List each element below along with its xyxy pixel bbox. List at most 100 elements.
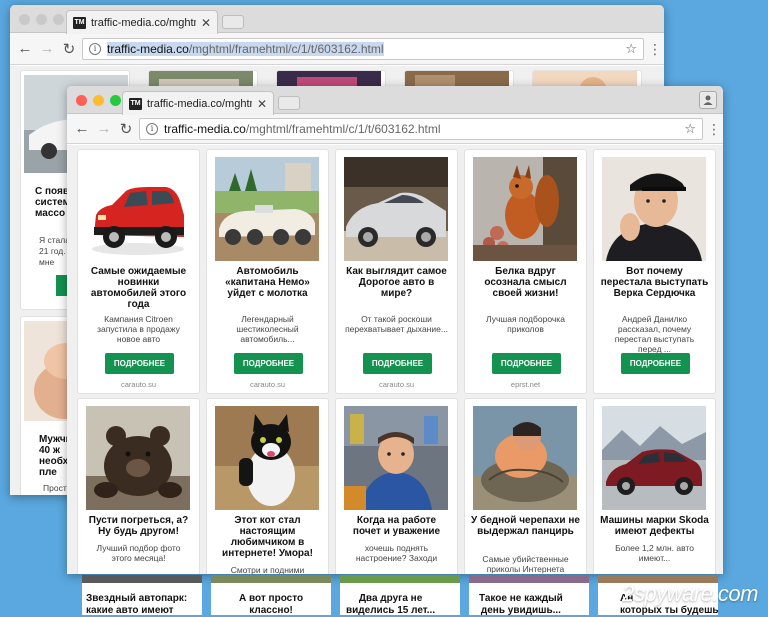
card-thumbnail[interactable] bbox=[473, 157, 577, 261]
news-card[interactable]: У бедной черепахи не выдержал панцирь Са… bbox=[464, 398, 587, 574]
card-thumbnail[interactable] bbox=[344, 406, 448, 510]
watermark-text: 2spyware.com bbox=[622, 581, 758, 606]
red-car-photo bbox=[86, 157, 190, 261]
card-thumbnail[interactable] bbox=[215, 157, 319, 261]
news-card[interactable]: Белка вдруг осознала смысл своей жизни! … bbox=[464, 149, 587, 394]
card-description: Андрей Данилко рассказал, почему переста… bbox=[614, 314, 695, 354]
site-favicon-icon: TM bbox=[73, 16, 86, 29]
back-reload-icon[interactable]: ↻ bbox=[60, 40, 78, 58]
front-window-controls bbox=[76, 95, 121, 106]
front-toolbar: ← → ↻ i traffic-media.co/mghtml/framehtm… bbox=[67, 114, 723, 144]
peek-card[interactable]: Два друга не виделись 15 лет... bbox=[340, 575, 460, 616]
card-title[interactable]: Когда на работе почет и уважение bbox=[342, 515, 451, 537]
front-nav-back-icon[interactable]: ← bbox=[73, 120, 91, 138]
back-toolbar: ← → ↻ i traffic-media.co/mghtml/framehtm… bbox=[10, 33, 664, 65]
card-more-button[interactable]: ПОДРОБНЕЕ bbox=[363, 353, 432, 374]
card-thumbnail[interactable] bbox=[602, 406, 706, 510]
site-favicon-icon: TM bbox=[129, 97, 142, 110]
back-browser-tab[interactable]: TM traffic-media.co/mghtml/frame ✕ bbox=[66, 10, 218, 34]
card-description: Лучший подбор фото этого месяца! bbox=[96, 543, 181, 563]
card-title[interactable]: Автомобиль «капитана Немо» уйдет с молот… bbox=[213, 266, 322, 299]
back-menu-icon[interactable]: ⋮ bbox=[648, 42, 662, 56]
back-info-icon[interactable]: i bbox=[89, 42, 101, 55]
card-title[interactable]: Самые ожидаемые новинки автомобилей этог… bbox=[84, 266, 193, 310]
card-title[interactable]: Пусти погреться, а? Ну будь другом! bbox=[84, 515, 193, 537]
news-card[interactable]: Автомобиль «капитана Немо» уйдет с молот… bbox=[206, 149, 329, 394]
front-page-content: Самые ожидаемые новинки автомобилей этог… bbox=[67, 145, 723, 574]
card-more-button[interactable]: ПОДРОБНЕЕ bbox=[492, 353, 561, 374]
peek-title-line: какие авто имеют bbox=[86, 605, 174, 616]
red-skoda-photo bbox=[602, 406, 706, 510]
peek-card[interactable]: Звездный автопарк: какие авто имеют bbox=[82, 575, 202, 616]
front-tab-title: traffic-media.co/mghtml/frame bbox=[147, 97, 252, 110]
front-close-light[interactable] bbox=[76, 95, 87, 106]
back-minimize-light[interactable] bbox=[36, 14, 47, 25]
back-close-light[interactable] bbox=[19, 14, 30, 25]
peek-title-line: Два друга не bbox=[358, 593, 423, 604]
card-thumbnail[interactable] bbox=[215, 406, 319, 510]
news-card[interactable]: Самые ожидаемые новинки автомобилей этог… bbox=[77, 149, 200, 394]
card-source: eprst.net bbox=[510, 380, 541, 389]
front-info-icon[interactable]: i bbox=[146, 122, 158, 135]
card-more-button[interactable]: ПОДРОБНЕЕ bbox=[105, 353, 174, 374]
news-card[interactable]: Вот почему перестала выступать Верка Сер… bbox=[593, 149, 716, 394]
card-source: carauto.su bbox=[249, 380, 286, 389]
card-title[interactable]: Машины марки Skoda имеют дефекты bbox=[600, 515, 709, 537]
front-browser-window: TM traffic-media.co/mghtml/frame ✕ ← → ↻… bbox=[67, 86, 723, 574]
peek-title-line: виделись 15 лет... bbox=[346, 605, 436, 616]
card-title[interactable]: Вот почему перестала выступать Верка Сер… bbox=[600, 266, 709, 299]
card-description: От такой роскоши перехватывает дыхание..… bbox=[345, 314, 448, 334]
peek-card[interactable]: Такое не каждый день увидишь... bbox=[469, 575, 589, 616]
card-thumbnail[interactable] bbox=[86, 157, 190, 261]
back-tab-close-icon[interactable]: ✕ bbox=[201, 16, 211, 30]
card-title[interactable]: Как выглядит самое Дорогое авто в мире? bbox=[342, 266, 451, 299]
back-window-controls bbox=[19, 14, 64, 25]
peek-title-line: классно! bbox=[249, 605, 293, 616]
cat-photo bbox=[215, 406, 319, 510]
card-title[interactable]: Этот кот стал настоящим любимчиком в инт… bbox=[213, 515, 322, 559]
peek-card[interactable]: А вот просто классно! bbox=[211, 575, 331, 616]
front-new-tab-button[interactable] bbox=[278, 96, 300, 110]
front-nav-forward-icon[interactable]: → bbox=[95, 120, 113, 138]
turtle-photo bbox=[473, 406, 577, 510]
squirrel-photo bbox=[473, 157, 577, 261]
front-bookmark-star-icon[interactable]: ☆ bbox=[684, 121, 696, 137]
front-zoom-light[interactable] bbox=[110, 95, 121, 106]
card-description: Лучшая подборочка приколов bbox=[486, 314, 565, 334]
front-address-bar[interactable]: i traffic-media.co/mghtml/framehtml/c/1/… bbox=[139, 117, 703, 140]
peek-title-line: Звездный автопарк: bbox=[86, 593, 188, 604]
peek-title-line: А вот просто bbox=[239, 593, 304, 604]
card-source: carauto.su bbox=[120, 380, 157, 389]
back-new-tab-button[interactable] bbox=[222, 15, 244, 29]
card-description: Более 1,2 млн. авто имеют... bbox=[615, 543, 694, 563]
card-description: Кампания Citroen запустила в продажу нов… bbox=[97, 314, 180, 344]
news-card[interactable]: Этот кот стал настоящим любимчиком в инт… bbox=[206, 398, 329, 574]
front-browser-tab[interactable]: TM traffic-media.co/mghtml/frame ✕ bbox=[122, 91, 274, 115]
back-nav-back-icon[interactable]: ← bbox=[16, 40, 34, 58]
silver-car-photo bbox=[344, 157, 448, 261]
back-nav-forward-icon[interactable]: → bbox=[38, 40, 56, 58]
back-bookmark-star-icon[interactable]: ☆ bbox=[625, 41, 637, 57]
news-card[interactable]: Пусти погреться, а? Ну будь другом! Лучш… bbox=[77, 398, 200, 574]
back-zoom-light[interactable] bbox=[53, 14, 64, 25]
card-description: Легендарный шестиколесный автомобиль... bbox=[236, 314, 299, 344]
card-more-button[interactable]: ПОДРОБНЕЕ bbox=[234, 353, 303, 374]
back-address-bar[interactable]: i traffic-media.co/mghtml/framehtml/c/1/… bbox=[82, 37, 644, 60]
front-minimize-light[interactable] bbox=[93, 95, 104, 106]
card-thumbnail[interactable] bbox=[86, 406, 190, 510]
profile-user-icon[interactable] bbox=[699, 91, 717, 109]
front-tab-close-icon[interactable]: ✕ bbox=[257, 97, 267, 111]
card-title[interactable]: У бедной черепахи не выдержал панцирь bbox=[471, 515, 580, 537]
front-menu-icon[interactable]: ⋮ bbox=[707, 122, 721, 136]
card-more-button[interactable]: ПОДРОБНЕЕ bbox=[621, 353, 690, 374]
news-card[interactable]: Как выглядит самое Дорогое авто в мире? … bbox=[335, 149, 458, 394]
card-thumbnail[interactable] bbox=[602, 157, 706, 261]
news-card[interactable]: Машины марки Skoda имеют дефекты Более 1… bbox=[593, 398, 716, 574]
card-thumbnail[interactable] bbox=[344, 157, 448, 261]
news-card[interactable]: Когда на работе почет и уважение хочешь … bbox=[335, 398, 458, 574]
card-title[interactable]: Белка вдруг осознала смысл своей жизни! bbox=[471, 266, 580, 299]
watermark-logo: 2spyware.com bbox=[622, 581, 758, 607]
front-reload-icon[interactable]: ↻ bbox=[117, 120, 135, 138]
card-thumbnail[interactable] bbox=[473, 406, 577, 510]
card-description: хочешь поднять настроение? Заходи bbox=[355, 543, 438, 563]
